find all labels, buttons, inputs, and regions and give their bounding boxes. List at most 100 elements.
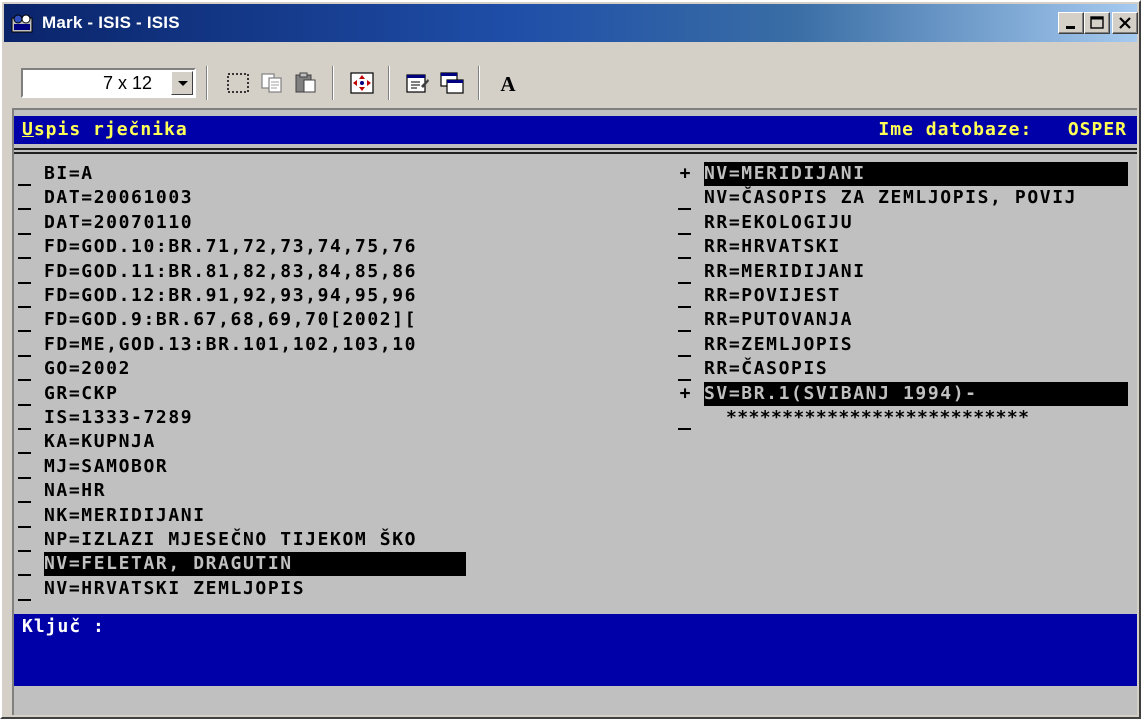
separator-line: [14, 152, 1137, 154]
right-term-entry[interactable]: RR=PUTOVANJA: [704, 308, 853, 332]
left-term-entry[interactable]: DAT=20061003: [44, 186, 193, 210]
right-term-entry[interactable]: RR=ZEMLJOPIS: [704, 333, 853, 357]
separator-line: [14, 148, 1137, 150]
close-icon: [1119, 17, 1131, 29]
left-term-entry[interactable]: IS=1333-7289: [44, 406, 193, 430]
font-button[interactable]: A: [492, 68, 524, 98]
left-term-marker[interactable]: [18, 357, 32, 382]
left-term-marker[interactable]: [18, 260, 32, 284]
fullscreen-icon: [350, 72, 374, 94]
left-term-entry[interactable]: BI=A: [44, 162, 94, 186]
font-size-value: 7 x 12: [102, 73, 152, 93]
right-term-marker[interactable]: [678, 357, 692, 382]
dictionary-console: Uspis rječnika Ime datobaze: OSPER BI=A D…: [12, 108, 1137, 715]
maximize-icon: [1090, 16, 1104, 29]
window-title: Mark - ISIS - ISIS: [42, 13, 180, 32]
left-term-marker[interactable]: [18, 162, 32, 186]
fullscreen-button[interactable]: [346, 68, 378, 98]
left-term-entry[interactable]: FD=GOD.9:BR.67,68,69,70[2002][: [44, 308, 417, 332]
right-term-marker[interactable]: [678, 235, 692, 260]
select-icon: [227, 73, 249, 93]
right-term-entry[interactable]: NV=ČASOPIS ZA ZEMLJOPIS, POVIJ: [704, 186, 1077, 210]
right-term-marker[interactable]: +: [678, 162, 692, 186]
maximize-button[interactable]: [1084, 12, 1110, 34]
isis-window: Mark - ISIS - ISIS 7 x 12 A Uspis rječni…: [0, 0, 1141, 719]
right-term-marker[interactable]: [678, 333, 692, 357]
right-term-marker[interactable]: [678, 284, 692, 308]
left-term-entry[interactable]: FD=GOD.10:BR.71,72,73,74,75,76: [44, 235, 417, 259]
left-term-entry[interactable]: FD=GOD.11:BR.81,82,83,84,85,86: [44, 260, 417, 284]
left-term-marker[interactable]: [18, 504, 32, 528]
chevron-down-icon[interactable]: [171, 71, 193, 95]
left-term-entry[interactable]: DAT=20070110: [44, 211, 193, 235]
properties-icon: [406, 74, 429, 93]
properties-button[interactable]: [402, 68, 434, 98]
left-term-marker[interactable]: [18, 406, 32, 430]
left-term-entry[interactable]: KA=KUPNJA: [44, 430, 156, 454]
left-term-marker[interactable]: [18, 552, 32, 577]
left-term-entry[interactable]: FD=ME,GOD.13:BR.101,102,103,10: [44, 333, 417, 357]
left-term-marker[interactable]: [18, 308, 32, 333]
right-term-entry[interactable]: RR=POVIJEST: [704, 284, 841, 308]
left-term-marker[interactable]: [18, 333, 32, 357]
database-info: Ime datobaze: OSPER: [878, 119, 1127, 140]
close-button[interactable]: [1112, 12, 1138, 34]
minimize-button[interactable]: [1058, 12, 1084, 34]
left-term-marker[interactable]: [18, 455, 32, 479]
database-name: OSPER: [1067, 119, 1127, 140]
left-term-entry[interactable]: NV=HRVATSKI ZEMLJOPIS: [44, 577, 305, 601]
page-title-hotkey: U: [22, 119, 34, 140]
app-icon: [11, 14, 33, 33]
left-term-entry[interactable]: FD=GOD.12:BR.91,92,93,94,95,96: [44, 284, 417, 308]
header-bar: Uspis rječnika Ime datobaze: OSPER: [14, 116, 1137, 144]
left-term-marker[interactable]: [18, 186, 32, 211]
title-bar[interactable]: Mark - ISIS - ISIS: [4, 4, 1138, 42]
right-term-marker[interactable]: [678, 308, 692, 333]
right-term-entry[interactable]: ***************************: [726, 406, 1029, 430]
paste-button[interactable]: [290, 68, 322, 98]
right-term-marker[interactable]: [678, 186, 692, 211]
font-size-select[interactable]: 7 x 12: [21, 68, 196, 98]
left-term-entry[interactable]: GO=2002: [44, 357, 131, 381]
right-term-entry[interactable]: RR=HRVATSKI: [704, 235, 841, 259]
right-term-entry[interactable]: NV=MERIDIJANI: [704, 162, 1128, 186]
right-term-entry[interactable]: RR=ČASOPIS: [704, 357, 828, 381]
left-term-marker[interactable]: [18, 284, 32, 308]
left-term-entry[interactable]: NP=IZLAZI MJESEČNO TIJEKOM ŠKO: [44, 528, 417, 552]
right-term-entry[interactable]: RR=MERIDIJANI: [704, 260, 866, 284]
background-button[interactable]: [436, 68, 468, 98]
key-prompt: Ključ :: [22, 616, 105, 637]
right-term-marker[interactable]: [678, 406, 692, 430]
toolbar-separator: [206, 66, 208, 100]
minimize-icon: [1066, 26, 1075, 29]
right-term-marker[interactable]: [678, 260, 692, 284]
svg-text:A: A: [500, 72, 516, 94]
left-term-entry[interactable]: NK=MERIDIJANI: [44, 504, 206, 528]
right-term-entry[interactable]: RR=EKOLOGIJU: [704, 211, 853, 235]
left-term-entry[interactable]: MJ=SAMOBOR: [44, 455, 168, 479]
key-input-bar[interactable]: Ključ :: [14, 614, 1137, 686]
background-icon: [440, 72, 464, 94]
left-term-marker[interactable]: [18, 382, 32, 406]
copy-icon: [261, 73, 282, 93]
database-label: Ime datobaze:: [878, 119, 1033, 140]
paste-icon: [295, 72, 316, 93]
right-term-marker[interactable]: +: [678, 382, 692, 406]
left-term-entry[interactable]: NA=HR: [44, 479, 106, 503]
left-term-marker[interactable]: [18, 577, 32, 601]
copy-button[interactable]: [256, 68, 288, 98]
left-term-marker[interactable]: [18, 479, 32, 504]
left-term-marker[interactable]: [18, 211, 32, 235]
left-term-entry[interactable]: GR=CKP: [44, 382, 119, 406]
right-term-entry[interactable]: SV=BR.1(SVIBANJ 1994)-: [704, 381, 1128, 406]
left-term-marker[interactable]: [18, 528, 32, 552]
left-term-marker[interactable]: [18, 235, 32, 260]
page-title: Uspis rječnika: [22, 119, 188, 140]
left-term-marker[interactable]: [18, 430, 32, 455]
toolbar-separator: [478, 66, 480, 100]
right-term-marker[interactable]: [678, 211, 692, 235]
left-term-entry[interactable]: NV=FELETAR, DRAGUTIN: [44, 552, 466, 577]
toolbar-separator: [388, 66, 390, 100]
font-icon: A: [500, 72, 516, 94]
mark-button[interactable]: [222, 68, 254, 98]
